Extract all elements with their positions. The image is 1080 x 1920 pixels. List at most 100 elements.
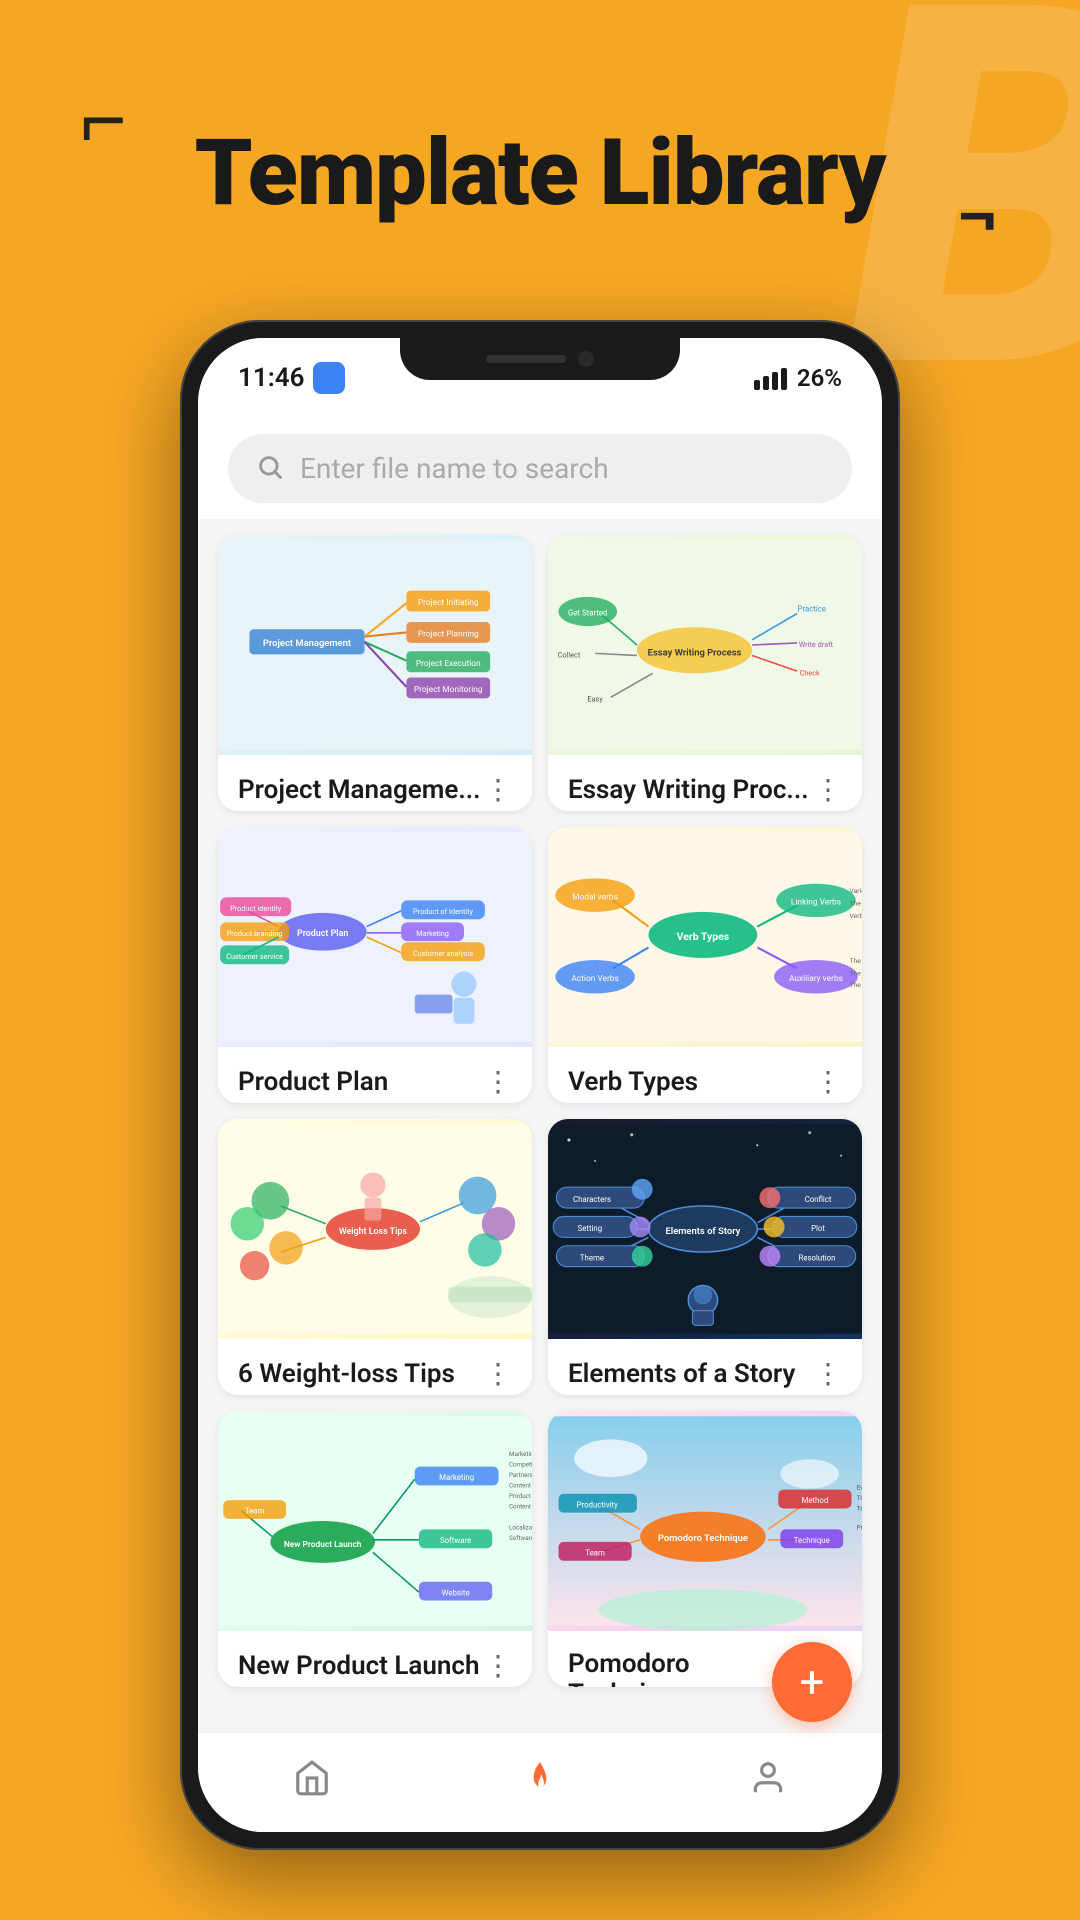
status-time-area: 11:46 [238, 362, 345, 394]
svg-text:Software: Software [440, 1536, 471, 1545]
fab-plus-icon: + [800, 1660, 825, 1704]
svg-text:Product branding: Product branding [227, 929, 283, 938]
clock-display: 11:46 [238, 363, 305, 393]
template-grid: Project Management Project Initiating Pr… [198, 519, 882, 1703]
bottom-navigation [198, 1732, 882, 1832]
template-card-product-plan[interactable]: Product Plan Product identity Product br… [218, 827, 532, 1103]
search-bar[interactable]: Enter file name to search [228, 434, 852, 503]
svg-text:Verb Types: Verb Types [677, 930, 730, 943]
svg-text:Method: Method [802, 1496, 829, 1505]
svg-text:Essay Writing Process: Essay Writing Process [648, 647, 742, 658]
template-card-weight[interactable]: Weight Loss Tips [218, 1119, 532, 1395]
card-thumbnail-verb: Verb Types Modal verbs Linking Verbs [548, 827, 862, 1047]
svg-text:The B...: The B... [849, 970, 862, 978]
phone-screen: 11:46 26% [198, 338, 882, 1832]
svg-text:Process: Process [857, 1523, 862, 1531]
template-card-story[interactable]: Elements of Story Characters Setting [548, 1119, 862, 1395]
card-thumbnail-product: Product Plan Product identity Product br… [218, 827, 532, 1047]
svg-text:Resolution: Resolution [799, 1253, 836, 1262]
svg-text:Project Execution: Project Execution [416, 659, 481, 669]
svg-text:Practice: Practice [798, 605, 827, 614]
notch [400, 338, 680, 380]
svg-text:Easy: Easy [587, 695, 603, 704]
card-title-weight: 6 Weight-loss Tips [238, 1359, 455, 1389]
card-title-verb: Verb Types [568, 1067, 698, 1097]
svg-text:Project Initiating: Project Initiating [418, 598, 479, 608]
card-thumbnail-essay: Essay Writing Process Get Started Collec… [548, 535, 862, 755]
card-title-essay: Essay Writing Proc... [568, 775, 809, 805]
battery-percent: 26% [797, 364, 842, 392]
template-card-project-management[interactable]: Project Management Project Initiating Pr… [218, 535, 532, 811]
bracket-top-left: ⌐ [80, 80, 127, 160]
svg-text:Marketing: Marketing [439, 1473, 474, 1482]
svg-text:Theme: Theme [580, 1253, 604, 1262]
nav-item-home[interactable] [293, 1759, 331, 1797]
svg-text:Verbs ex...: Verbs ex... [849, 912, 862, 920]
card-footer-verb: Verb Types ⋮ [548, 1047, 862, 1103]
svg-text:Localization: Localization [509, 1523, 532, 1531]
svg-text:Website: Website [442, 1588, 470, 1597]
card-footer-launch: New Product Launch ⋮ [218, 1631, 532, 1687]
card-thumbnail-pm: Project Management Project Initiating Pr… [218, 535, 532, 755]
template-card-verb[interactable]: Verb Types Modal verbs Linking Verbs [548, 827, 862, 1103]
svg-text:Content Creation: Content Creation [509, 1502, 532, 1510]
phone-mockup: 11:46 26% [180, 320, 900, 1850]
status-bar: 11:46 26% [198, 338, 882, 418]
svg-text:Team: Team [245, 1507, 265, 1516]
card-menu-verb[interactable]: ⋮ [814, 1065, 842, 1098]
fab-button[interactable]: + [772, 1642, 852, 1722]
svg-text:Product Plan: Product Plan [297, 929, 348, 939]
card-title-launch: New Product Launch [238, 1651, 479, 1681]
svg-text:Project Management: Project Management [263, 638, 351, 649]
card-menu-pm[interactable]: ⋮ [484, 773, 512, 806]
card-thumbnail-pomodoro: Pomodoro Technique Method Everyday Tools… [548, 1411, 862, 1631]
bracket-bottom-right: ¬ [956, 177, 1000, 257]
card-menu-weight[interactable]: ⋮ [484, 1357, 512, 1390]
card-footer-essay: Essay Writing Proc... ⋮ [548, 755, 862, 811]
card-menu-product[interactable]: ⋮ [484, 1065, 512, 1098]
nav-item-user[interactable] [749, 1759, 787, 1797]
svg-text:Setting: Setting [578, 1224, 603, 1233]
card-footer-product: Product Plan ⋮ [218, 1047, 532, 1103]
card-thumbnail-story: Elements of Story Characters Setting [548, 1119, 862, 1339]
fire-icon [521, 1759, 559, 1797]
svg-text:Modal verbs: Modal verbs [572, 892, 618, 902]
phone-outer-shell: 11:46 26% [180, 320, 900, 1850]
status-icons: 26% [754, 364, 842, 392]
card-title-pm: Project Manageme... [238, 775, 481, 805]
svg-text:Project Monitoring: Project Monitoring [414, 685, 483, 695]
svg-text:Get Started: Get Started [568, 609, 607, 618]
home-icon [293, 1759, 331, 1797]
svg-text:Product identity: Product identity [230, 904, 282, 913]
svg-text:Take action: Take action [857, 1505, 862, 1513]
svg-text:Pomodoro Technique: Pomodoro Technique [658, 1533, 748, 1544]
card-menu-essay[interactable]: ⋮ [814, 773, 842, 806]
template-card-launch[interactable]: New Product Launch Marketing Marketing S… [218, 1411, 532, 1687]
svg-text:Various c...: Various c... [849, 887, 862, 895]
svg-text:Team: Team [585, 1549, 605, 1558]
svg-text:Write draft: Write draft [799, 640, 834, 649]
front-camera [578, 351, 594, 367]
svg-text:Auxiliary verbs: Auxiliary verbs [789, 974, 843, 984]
svg-text:The By...: The By... [849, 900, 862, 908]
search-placeholder: Enter file name to search [300, 452, 609, 485]
svg-text:Product Reviews: Product Reviews [509, 1492, 532, 1500]
template-card-essay[interactable]: Essay Writing Process Get Started Collec… [548, 535, 862, 811]
svg-text:Product of Identity: Product of Identity [413, 907, 473, 916]
app-icon [313, 362, 345, 394]
nav-item-fire[interactable] [521, 1759, 559, 1797]
search-icon [256, 453, 284, 485]
phone-content: Enter file name to search Project Manage… [198, 418, 882, 1832]
svg-text:Plot: Plot [811, 1224, 825, 1233]
svg-text:Software Updates: Software Updates [509, 1534, 532, 1542]
svg-text:Weight Loss Tips: Weight Loss Tips [339, 1227, 408, 1237]
card-thumbnail-launch: New Product Launch Marketing Marketing S… [218, 1411, 532, 1631]
card-menu-launch[interactable]: ⋮ [484, 1649, 512, 1682]
card-menu-story[interactable]: ⋮ [814, 1357, 842, 1390]
wifi-icon [754, 366, 787, 390]
speaker-grill [486, 355, 566, 363]
svg-text:Linking Verbs: Linking Verbs [791, 898, 841, 908]
svg-text:Marketing Survey: Marketing Survey [509, 1450, 532, 1458]
header-area: ⌐ Template Library ¬ [0, 0, 1080, 287]
svg-text:Conflict: Conflict [805, 1195, 832, 1204]
